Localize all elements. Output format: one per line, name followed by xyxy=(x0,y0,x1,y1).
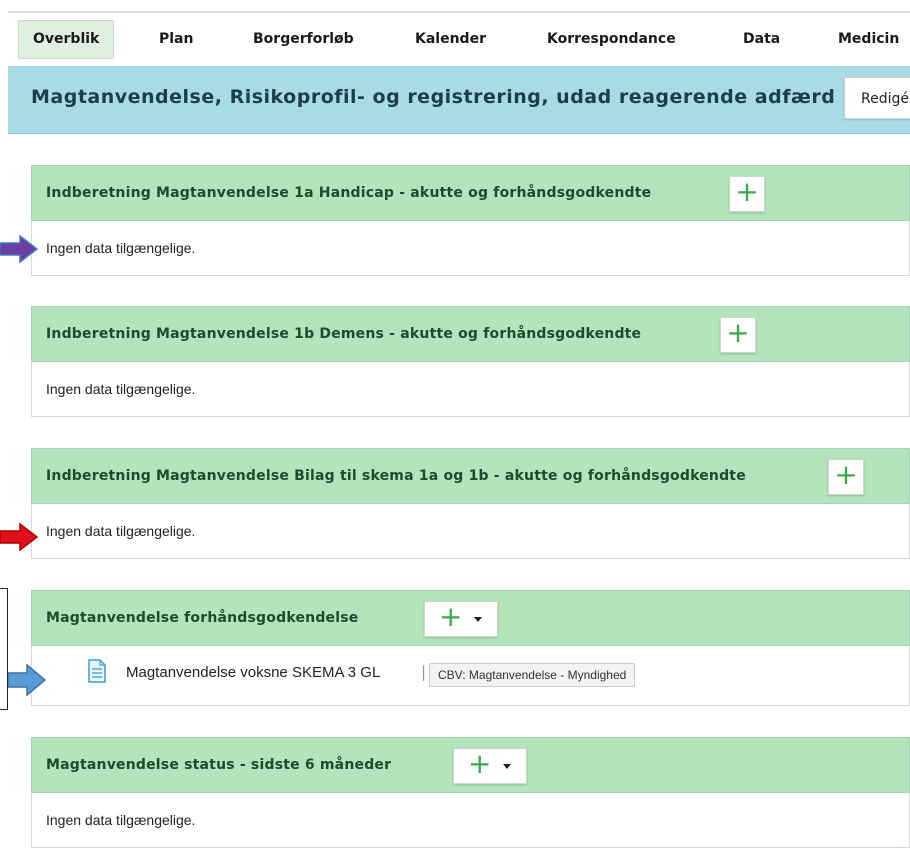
no-data-text: Ingen data tilgængelige. xyxy=(46,812,196,828)
no-data-text: Ingen data tilgængelige. xyxy=(46,240,196,256)
section-header: Magtanvendelse status - sidste 6 måneder… xyxy=(31,737,910,793)
tab-plan[interactable]: Plan xyxy=(159,20,193,59)
add-button[interactable]: + xyxy=(720,317,756,353)
section-body: Ingen data tilgængelige. xyxy=(31,221,910,276)
annotation-box xyxy=(0,588,8,710)
annotation-arrow-red xyxy=(0,522,39,552)
tab-data[interactable]: Data xyxy=(743,20,780,59)
add-button[interactable]: + xyxy=(729,176,765,212)
separator: | xyxy=(421,663,427,681)
tab-borgerforloeb[interactable]: Borgerforløb xyxy=(253,20,354,59)
section-title: Magtanvendelse forhåndsgodkendelse xyxy=(46,610,359,626)
section-body: Ingen data tilgængelige. xyxy=(31,504,910,559)
section-body: Magtanvendelse voksne SKEMA 3 GL | CBV: … xyxy=(31,646,910,706)
document-icon[interactable] xyxy=(87,659,107,683)
tab-overblik[interactable]: Overblik xyxy=(18,20,115,59)
section-status-6-maaneder: Magtanvendelse status - sidste 6 måneder… xyxy=(31,737,910,848)
section-forhaandsgodkendelse: Magtanvendelse forhåndsgodkendelse + Mag… xyxy=(31,590,910,706)
chevron-down-icon xyxy=(503,764,511,769)
annotation-arrow-purple xyxy=(0,234,39,264)
document-badge: CBV: Magtanvendelse - Myndighed xyxy=(429,663,636,687)
plus-icon: + xyxy=(735,175,759,208)
section-magtanvendelse-bilag: Indberetning Magtanvendelse Bilag til sk… xyxy=(31,448,910,559)
section-header: Indberetning Magtanvendelse 1b Demens - … xyxy=(31,306,910,362)
annotation-arrow-blue xyxy=(8,663,47,697)
page-title: Magtanvendelse, Risikoprofil- og registr… xyxy=(31,86,836,108)
tab-kalender[interactable]: Kalender xyxy=(415,20,486,59)
section-title: Indberetning Magtanvendelse 1a Handicap … xyxy=(46,185,652,201)
add-button[interactable]: + xyxy=(828,459,864,495)
section-magtanvendelse-1b: Indberetning Magtanvendelse 1b Demens - … xyxy=(31,306,910,417)
add-dropdown-button[interactable]: + xyxy=(424,601,498,637)
section-title: Indberetning Magtanvendelse Bilag til sk… xyxy=(46,468,746,484)
plus-icon: + xyxy=(726,316,750,349)
no-data-text: Ingen data tilgængelige. xyxy=(46,523,196,539)
section-title: Magtanvendelse status - sidste 6 måneder xyxy=(46,757,392,773)
top-divider xyxy=(8,11,910,13)
section-header: Indberetning Magtanvendelse Bilag til sk… xyxy=(31,448,910,504)
plus-icon: + xyxy=(468,747,492,780)
add-dropdown-button[interactable]: + xyxy=(453,748,527,784)
document-link[interactable]: Magtanvendelse voksne SKEMA 3 GL xyxy=(126,664,380,681)
page-title-bar: Magtanvendelse, Risikoprofil- og registr… xyxy=(8,66,910,134)
section-header: Magtanvendelse forhåndsgodkendelse + xyxy=(31,590,910,646)
section-header: Indberetning Magtanvendelse 1a Handicap … xyxy=(31,165,910,221)
section-body: Ingen data tilgængelige. xyxy=(31,362,910,417)
tab-korrespondance[interactable]: Korrespondance xyxy=(547,20,676,59)
edit-button[interactable]: Redigér xyxy=(844,77,910,119)
section-title: Indberetning Magtanvendelse 1b Demens - … xyxy=(46,326,642,342)
chevron-down-icon xyxy=(474,617,482,622)
plus-icon: + xyxy=(834,458,858,491)
no-data-text: Ingen data tilgængelige. xyxy=(46,381,196,397)
section-magtanvendelse-1a: Indberetning Magtanvendelse 1a Handicap … xyxy=(31,165,910,276)
main-nav: Overblik Plan Borgerforløb Kalender Korr… xyxy=(0,20,910,60)
tab-medicin[interactable]: Medicin xyxy=(838,20,899,59)
plus-icon: + xyxy=(439,600,463,633)
